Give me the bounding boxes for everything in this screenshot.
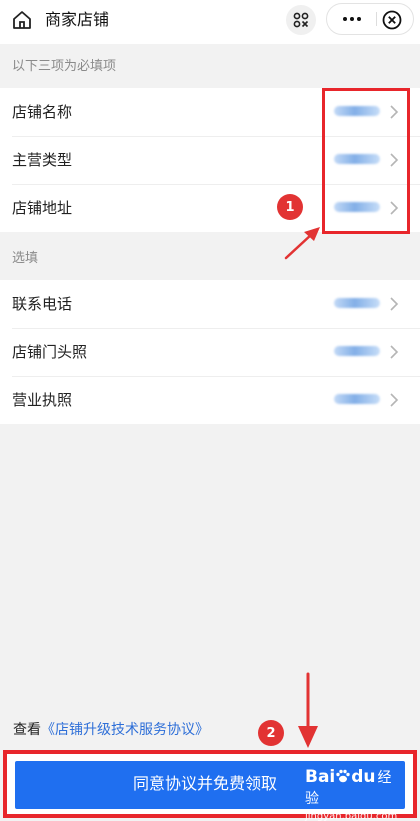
chevron-right-icon xyxy=(390,345,399,359)
required-section-label: 以下三项为必填项 xyxy=(12,59,117,74)
row-label: 主营类型 xyxy=(12,151,73,169)
optional-group: 联系电话 店铺门头照 营业执照 xyxy=(0,280,420,424)
page-title: 商家店铺 xyxy=(45,10,110,29)
annotation-badge-1: 1 xyxy=(277,194,303,220)
row-label: 店铺名称 xyxy=(12,103,73,121)
menu-capsule xyxy=(326,3,414,35)
close-circle-icon[interactable] xyxy=(381,9,403,31)
row-business-license[interactable]: 营业执照 xyxy=(0,376,420,424)
chevron-right-icon xyxy=(390,297,399,311)
agree-claim-button-label: 同意协议并免费领取 xyxy=(133,774,278,793)
watermark-brand: Bai du 经验 xyxy=(305,767,392,807)
row-contact-phone[interactable]: 联系电话 xyxy=(0,280,420,328)
annotation-badge-2: 2 xyxy=(258,720,284,746)
chevron-right-icon xyxy=(390,393,399,407)
row-label: 联系电话 xyxy=(12,295,73,313)
capsule-divider xyxy=(376,12,377,26)
blurred-value xyxy=(334,298,380,308)
annotation-box-1 xyxy=(322,88,410,234)
blurred-value xyxy=(334,394,380,404)
blurred-value xyxy=(334,346,380,356)
agreement-text: 查看《店铺升级技术服务协议》 xyxy=(13,720,209,740)
row-storefront-photo[interactable]: 店铺门头照 xyxy=(0,328,420,376)
watermark-url: jingyan.baidu.com xyxy=(305,811,398,821)
more-dots-icon[interactable] xyxy=(335,4,369,34)
scan-icon xyxy=(293,12,309,28)
row-label: 营业执照 xyxy=(12,391,73,409)
row-label: 店铺门头照 xyxy=(12,343,88,361)
agreement-link[interactable]: 《店铺升级技术服务协议》 xyxy=(41,722,209,738)
annotation-arrow-1 xyxy=(284,227,320,260)
baidu-paw-icon xyxy=(336,769,350,783)
page: 商家店铺 以下三项为必填项 店铺名称 主营类型 店铺地址 选填 联系电话 店铺门… xyxy=(0,0,420,821)
title-bar: 商家店铺 xyxy=(0,0,420,44)
scan-button[interactable] xyxy=(286,5,316,35)
row-label: 店铺地址 xyxy=(12,199,73,217)
annotation-box-2: 同意协议并免费领取 Bai du 经验 jingyan.baidu.com xyxy=(3,750,417,821)
optional-section-label: 选填 xyxy=(12,251,39,266)
agree-claim-button[interactable]: 同意协议并免费领取 Bai du 经验 jingyan.baidu.com xyxy=(15,761,405,821)
annotation-arrow-2 xyxy=(298,672,318,748)
agreement-prefix: 查看 xyxy=(13,722,41,738)
baidu-jingyan-watermark: Bai du 经验 jingyan.baidu.com xyxy=(305,767,405,821)
home-icon[interactable] xyxy=(11,9,33,31)
